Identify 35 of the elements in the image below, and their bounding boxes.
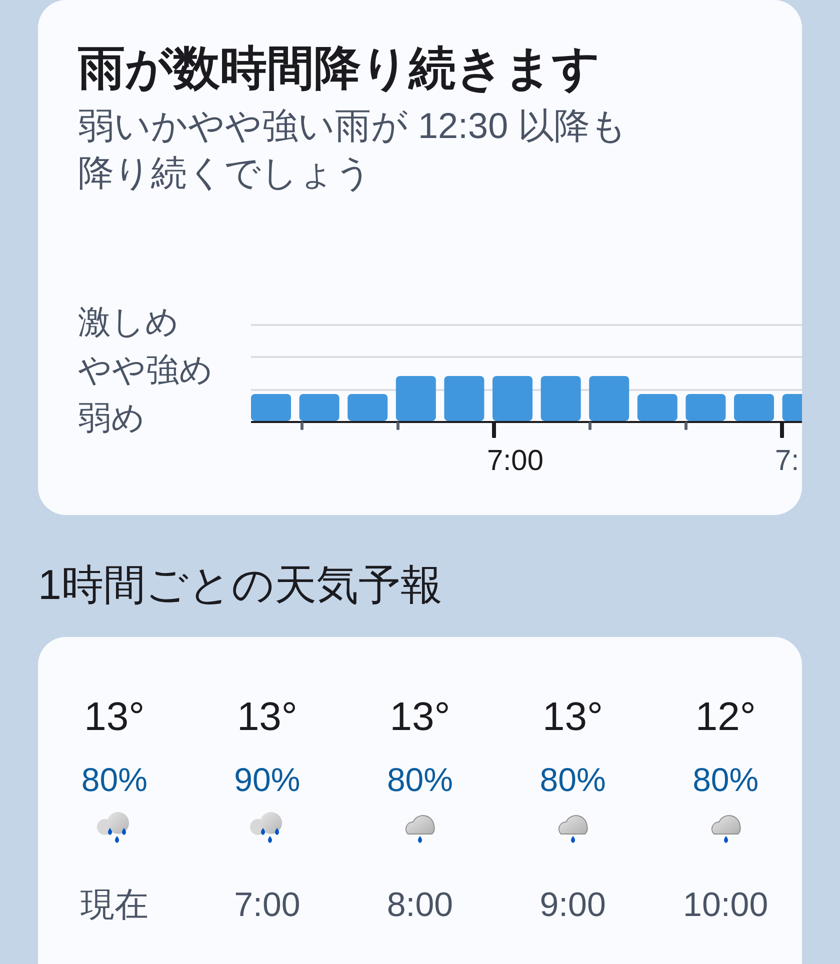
hour-label: 8:00 [386,885,454,926]
rain-bar [637,394,678,421]
rain-bar [492,376,532,421]
card-title: 雨が数時間降り続きます [78,40,601,96]
temperature: 13° [236,694,298,741]
rain-bar [782,394,802,421]
intensity-label: やや強め [78,350,213,390]
rain-bar [589,376,630,421]
temperature: 13° [390,694,450,741]
rain-bar [540,376,581,421]
hour-label: 10:00 [683,885,768,926]
rain-chance: 90% [234,760,300,800]
rain-chance: 80% [386,760,454,800]
time-label: 7: [775,445,800,475]
intensity-label: 弱め [78,398,145,438]
rain-bar [686,394,726,421]
intensity-label: 激しめ [78,302,179,342]
rain-bar [348,394,388,421]
temperature: 13° [542,694,604,741]
rain-bar [251,394,291,421]
section-heading: 1時間ごとの天気予報 [38,560,444,610]
temperature: 13° [84,694,145,741]
card-subtitle: 弱いかやや強い雨が 12:30 以降も降り続くでしょう [78,104,628,195]
temperature: 12° [695,694,756,741]
rain-bar [734,394,774,421]
hour-label: 現在 [80,885,148,926]
rain-chance: 80% [540,760,606,800]
hour-label: 9:00 [540,885,606,926]
rain-bar [444,376,484,421]
rain-chance: 80% [81,760,148,800]
hour-label: 7:00 [234,885,300,926]
rain-chance: 80% [692,760,759,800]
rain-bar [396,376,436,421]
time-label: 7:00 [487,445,544,475]
rain-bar [299,394,340,421]
